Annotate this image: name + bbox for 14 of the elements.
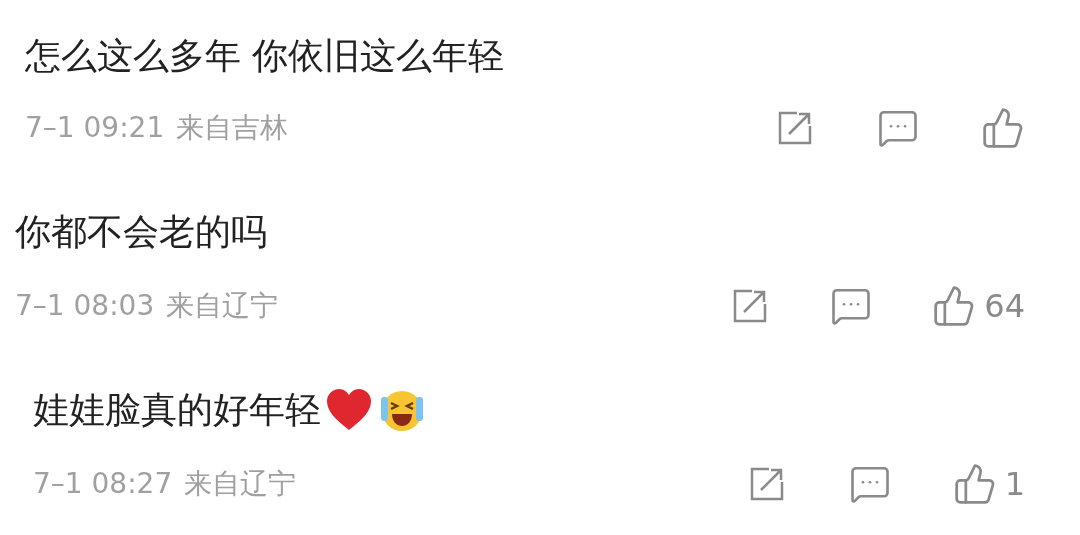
comment-location: 来自吉林 bbox=[176, 110, 289, 146]
comment-text: 娃娃脸真的好年轻 bbox=[33, 392, 321, 428]
like-count: 1 bbox=[1004, 464, 1025, 505]
comment-time: 7–1 08:27 bbox=[33, 466, 173, 502]
comment-text: 怎么这么多年 你依旧这么年轻 bbox=[25, 38, 505, 74]
like-icon[interactable] bbox=[952, 462, 997, 506]
like-icon[interactable] bbox=[981, 106, 1025, 150]
comment-location: 来自辽宁 bbox=[184, 466, 297, 502]
heart-icon bbox=[325, 388, 373, 432]
comment-time: 7–1 08:03 bbox=[15, 288, 155, 324]
comment-text: 你都不会老的吗 bbox=[15, 214, 267, 250]
like-count: 64 bbox=[984, 286, 1025, 327]
comment-location: 来自辽宁 bbox=[166, 288, 279, 324]
comment-time: 7–1 09:21 bbox=[25, 110, 165, 146]
